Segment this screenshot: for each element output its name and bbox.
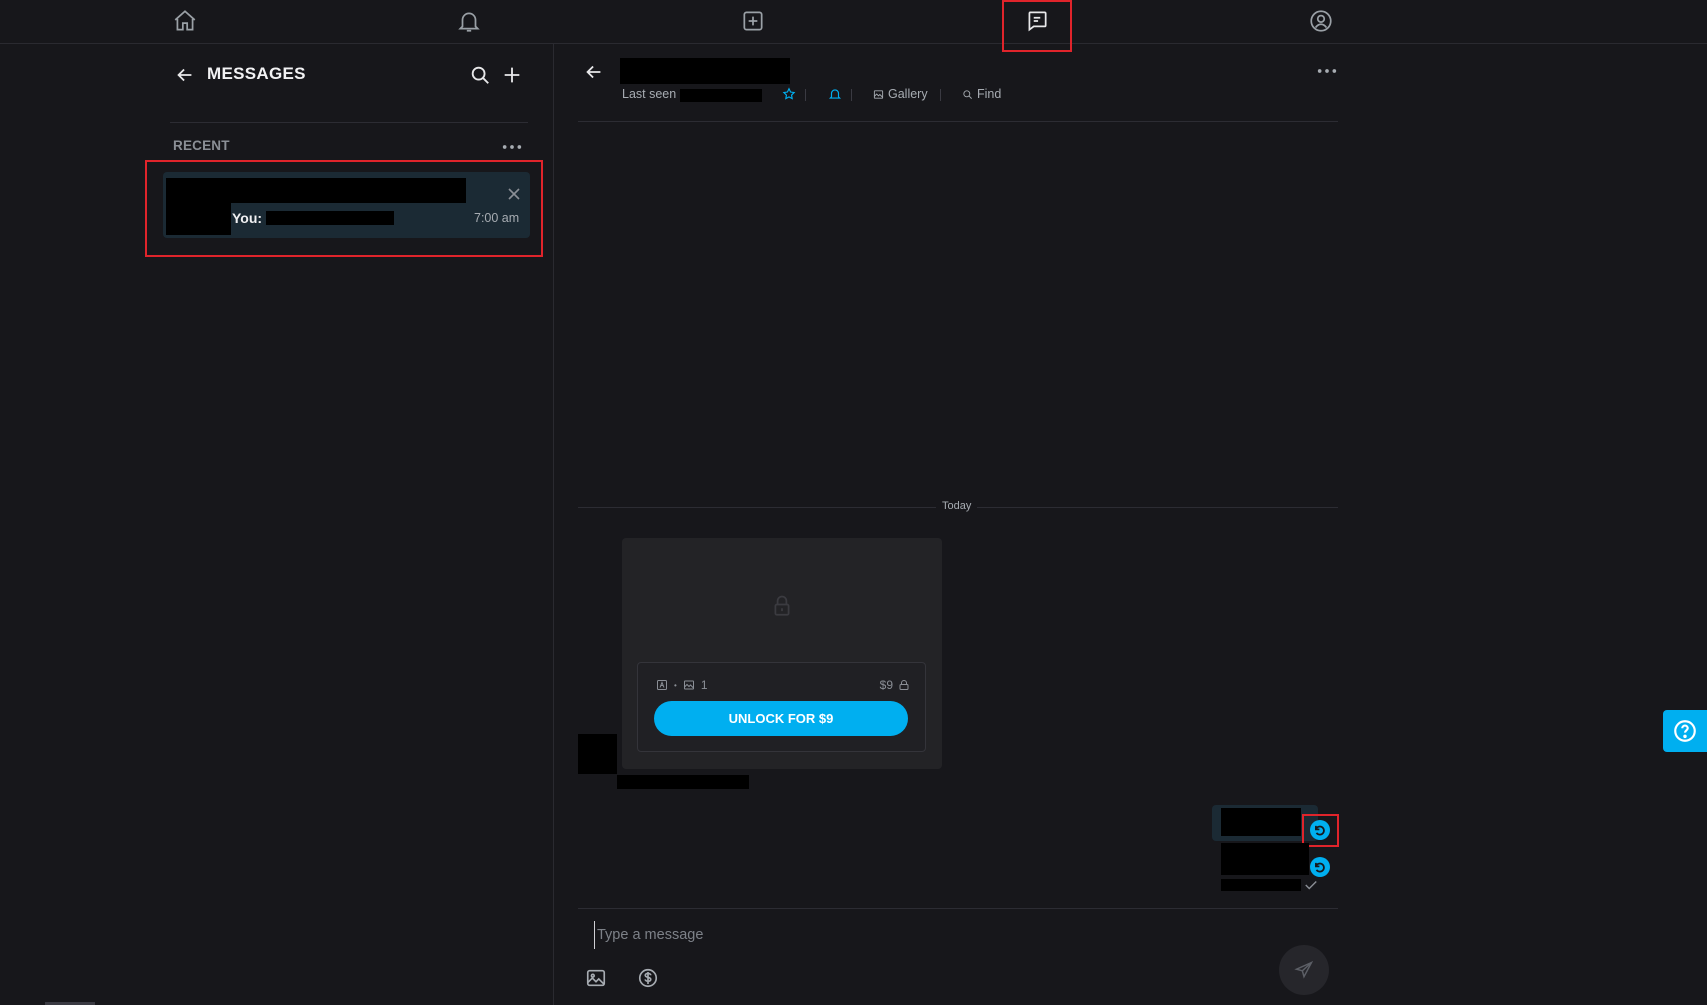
date-divider-label: Today	[936, 500, 978, 512]
divider	[578, 908, 1338, 909]
checkmark-icon	[1304, 879, 1318, 891]
bell-icon[interactable]	[454, 6, 484, 36]
redacted-message-time	[617, 775, 749, 789]
new-message-plus-icon[interactable]	[500, 63, 524, 87]
undo-icon[interactable]	[1310, 820, 1330, 840]
search-icon	[963, 89, 972, 99]
bell-icon[interactable]	[828, 87, 842, 101]
redacted-message-text	[1221, 843, 1309, 875]
profile-icon[interactable]	[1306, 6, 1336, 36]
section-label-recent: RECENT	[173, 138, 230, 153]
image-icon	[683, 680, 694, 690]
redacted-contact-name	[166, 178, 466, 203]
gallery-link[interactable]: Gallery	[873, 87, 928, 101]
locked-media-info: • 1 $9 UNLOCK FOR $9	[637, 662, 926, 752]
redacted-last-seen-time	[680, 89, 762, 102]
unlock-button[interactable]: UNLOCK FOR $9	[654, 701, 908, 736]
redacted-message-text	[1221, 808, 1301, 836]
redacted-contact-name	[620, 58, 790, 84]
separator	[940, 89, 941, 101]
image-icon[interactable]	[585, 967, 607, 989]
redacted-avatar	[578, 734, 617, 774]
divider	[170, 122, 528, 123]
page-title: MESSAGES	[207, 64, 306, 83]
send-button[interactable]	[1279, 945, 1329, 995]
text-icon	[657, 680, 667, 690]
find-label: Find	[977, 87, 1002, 101]
back-arrow-icon[interactable]	[173, 63, 197, 87]
redacted-avatar	[166, 203, 231, 235]
search-icon[interactable]	[468, 63, 492, 87]
locked-media-card: • 1 $9 UNLOCK FOR $9	[622, 538, 942, 769]
chat-time: 7:00 am	[474, 211, 520, 225]
redacted-preview-text	[266, 211, 394, 225]
separator	[805, 89, 806, 101]
redacted-message-time	[1221, 879, 1301, 891]
more-dots-icon[interactable]	[1316, 66, 1338, 76]
messages-icon[interactable]	[1022, 6, 1052, 36]
message-input[interactable]	[594, 921, 1299, 949]
lock-icon	[759, 576, 805, 636]
home-icon[interactable]	[170, 6, 200, 36]
close-icon[interactable]	[506, 186, 522, 202]
plus-square-icon[interactable]	[738, 6, 768, 36]
gallery-label: Gallery	[888, 87, 928, 101]
star-icon[interactable]	[782, 87, 796, 101]
separator	[851, 89, 852, 101]
divider	[578, 121, 1338, 122]
send-icon	[1294, 960, 1314, 979]
help-button[interactable]	[1663, 710, 1707, 752]
top-nav	[0, 0, 1707, 44]
price-summary: $9	[880, 678, 910, 692]
lock-icon	[899, 680, 909, 690]
more-dots-icon[interactable]	[500, 140, 524, 154]
chat-preview-prefix: You:	[232, 210, 263, 226]
price-label: $9	[879, 678, 893, 692]
media-summary: • 1	[656, 678, 708, 692]
last-seen-label: Last seen	[622, 87, 677, 101]
find-link[interactable]: Find	[962, 87, 1001, 101]
help-icon	[1674, 720, 1696, 742]
image-icon	[873, 89, 884, 99]
dollar-icon[interactable]	[637, 967, 659, 989]
media-count: 1	[700, 678, 708, 692]
back-arrow-icon[interactable]	[582, 60, 606, 84]
